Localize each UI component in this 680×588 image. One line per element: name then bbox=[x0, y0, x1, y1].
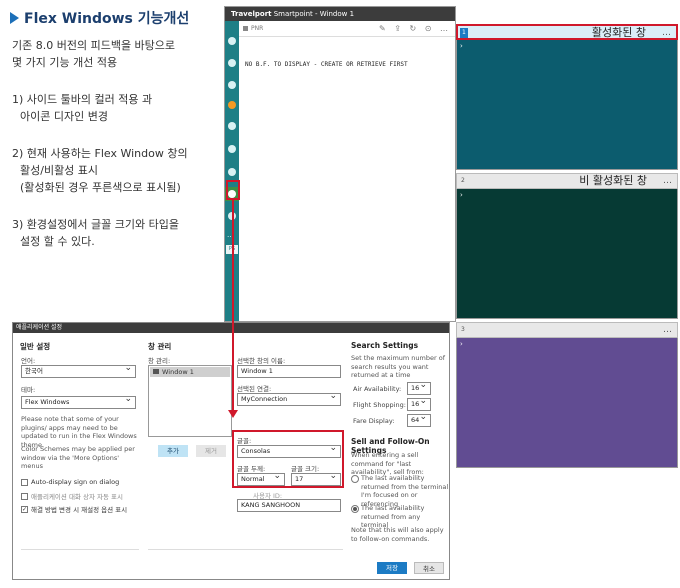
checkbox-box[interactable] bbox=[21, 478, 28, 486]
flight-shopping-label: Flight Shopping: bbox=[353, 401, 406, 409]
panel-number: 2 bbox=[461, 177, 465, 184]
title-brand: Travelport bbox=[231, 10, 272, 18]
user-id-input[interactable]: KANG SANGHOON bbox=[237, 499, 341, 512]
sidebar-highlight-box bbox=[226, 180, 240, 200]
pnr-label: PNR bbox=[251, 25, 264, 32]
selected-name-input[interactable]: Window 1 bbox=[237, 365, 341, 378]
panel-header-inactive[interactable]: 2 비 활성화된 창 … bbox=[456, 173, 678, 189]
divider bbox=[148, 549, 343, 550]
wrench-icon[interactable] bbox=[228, 81, 236, 89]
more-options-icon[interactable]: … bbox=[662, 26, 671, 40]
sell-option-focused-radio[interactable]: The last availability returned from the … bbox=[351, 474, 449, 508]
page-heading: Flex Windows 기능개선 bbox=[10, 8, 189, 28]
panel-window-3[interactable]: 3 … › bbox=[456, 322, 678, 468]
heading-text: Flex Windows 기능개선 bbox=[24, 11, 190, 27]
flight-shopping-select[interactable]: 16 bbox=[407, 396, 431, 411]
theme-label: 테마: bbox=[21, 386, 36, 394]
annotation-arrowhead bbox=[228, 410, 238, 418]
search-settings-desc: Set the maximum number of search results… bbox=[351, 354, 445, 379]
panel-window-2[interactable]: 2 비 활성화된 창 … › bbox=[456, 173, 678, 321]
note-item1-2: 아이콘 디자인 변경 bbox=[20, 110, 108, 123]
color-scheme-note: Color Schemes may be applied per window … bbox=[21, 445, 135, 470]
note-item2-3: (활성화된 경우 푸른색으로 표시됨) bbox=[20, 181, 181, 194]
theme-note: Please note that some of your plugins/ a… bbox=[21, 415, 137, 449]
resolve-checkbox[interactable]: ✓ 해결 방법 변경 시 재설정 옵션 표시 bbox=[21, 504, 127, 514]
panel-header-inactive[interactable]: 3 … bbox=[456, 322, 678, 338]
note-item3-1: 3) 환경설정에서 글꼴 크기와 타입을 bbox=[12, 218, 179, 231]
annotation-line bbox=[232, 200, 234, 410]
history-icon[interactable] bbox=[228, 122, 236, 130]
add-button[interactable]: 추가 bbox=[158, 445, 188, 457]
fare-display-label: Fare Display: bbox=[353, 417, 395, 425]
window-titlebar: Travelport Smartpoint - Window 1 bbox=[225, 7, 455, 21]
more-options-icon[interactable]: … bbox=[663, 174, 672, 188]
window-list-item-label: Window 1 bbox=[162, 368, 194, 376]
panel-title: 비 활성화된 창 bbox=[579, 174, 647, 187]
panel-title: 활성화된 창 bbox=[591, 26, 646, 39]
prompt-caret-icon: › bbox=[460, 42, 463, 50]
air-availability-select[interactable]: 16 bbox=[407, 380, 431, 395]
panel-body[interactable]: › bbox=[456, 40, 678, 170]
selected-name-label: 선택한 창의 이름: bbox=[237, 357, 286, 365]
settings-dialog: 애플리케이션 설정 일반 설정 언어: 한국어 테마: Flex Windows… bbox=[12, 322, 450, 580]
note-item2-2: 활성/비활성 표시 bbox=[20, 164, 99, 177]
note-item1-1: 1) 사이드 툴바의 컬러 적용 과 bbox=[12, 93, 153, 106]
fare-display-select[interactable]: 64 bbox=[407, 412, 431, 427]
checkbox-box[interactable] bbox=[21, 492, 28, 500]
auto-display-checkbox[interactable]: Auto-display sign on dialog bbox=[21, 478, 119, 486]
resolve-label: 해결 방법 변경 시 재설정 옵션 표시 bbox=[31, 506, 128, 514]
divider bbox=[21, 549, 139, 550]
prompt-caret-icon: › bbox=[460, 191, 463, 199]
pnr-toolbar: PNR ✎ ⇪ ↻ ⊙ … bbox=[239, 21, 455, 37]
smartpoint-window: Travelport Smartpoint - Window 1 … PS PN… bbox=[224, 6, 456, 322]
window-list-item[interactable]: Window 1 bbox=[150, 367, 230, 377]
language-label: 언어: bbox=[21, 357, 36, 365]
save-button[interactable]: 저장 bbox=[377, 562, 407, 574]
connection-select[interactable]: MyConnection bbox=[237, 391, 341, 406]
app-dialog-checkbox[interactable]: 애플리케이션 대화 상자 자동 표시 bbox=[21, 491, 123, 501]
tag-icon[interactable] bbox=[228, 59, 236, 67]
panel-number: 3 bbox=[461, 326, 465, 333]
pnr-terminal[interactable]: PNR ✎ ⇪ ↻ ⊙ … NO B.F. TO DISPLAY - CREAT… bbox=[239, 21, 455, 321]
terminal-message: NO B.F. TO DISPLAY - CREATE OR RETRIEVE … bbox=[245, 61, 408, 68]
font-settings-highlight-box bbox=[232, 430, 344, 488]
air-availability-label: Air Availability: bbox=[353, 385, 402, 393]
refresh-icon[interactable] bbox=[228, 168, 236, 176]
search-settings-heading: Search Settings bbox=[351, 341, 419, 350]
triangle-bullet-icon bbox=[10, 12, 19, 24]
remove-button[interactable]: 제거 bbox=[196, 445, 226, 457]
title-rest: Smartpoint - Window 1 bbox=[271, 10, 355, 18]
globe-icon[interactable] bbox=[228, 145, 236, 153]
panel-window-1[interactable]: 1 활성화된 창 … › bbox=[456, 24, 678, 172]
sell-settings-desc: When entering a sell command for "last a… bbox=[351, 451, 424, 476]
panel-header-active[interactable]: 1 활성화된 창 … bbox=[456, 24, 678, 40]
panel-body[interactable]: › bbox=[456, 189, 678, 319]
note-intro-2: 몇 가지 기능 개선 적용 bbox=[12, 56, 118, 69]
app-dialog-label: 애플리케이션 대화 상자 자동 표시 bbox=[31, 493, 123, 501]
pnr-icon bbox=[243, 26, 248, 31]
sell-settings-note: Note that this will also apply to follow… bbox=[351, 526, 444, 543]
connection-label: 선택된 연결: bbox=[237, 385, 272, 393]
more-options-icon[interactable]: … bbox=[663, 323, 672, 337]
panel-number: 1 bbox=[460, 28, 468, 38]
dialog-title: 애플리케이션 설정 bbox=[13, 323, 449, 333]
plugin-icon[interactable] bbox=[228, 101, 236, 109]
auto-display-label: Auto-display sign on dialog bbox=[31, 478, 120, 486]
note-item2-1: 2) 현재 사용하는 Flex Window 창의 bbox=[12, 147, 188, 160]
theme-select[interactable]: Flex Windows bbox=[21, 394, 136, 409]
checkbox-checked-icon[interactable]: ✓ bbox=[21, 505, 28, 513]
note-intro-1: 기존 8.0 버전의 피드백을 바탕으로 bbox=[12, 39, 176, 52]
panel-body[interactable]: › bbox=[456, 338, 678, 468]
search-icon[interactable] bbox=[228, 37, 236, 45]
window-item-icon bbox=[153, 369, 159, 374]
prompt-caret-icon: › bbox=[460, 340, 463, 348]
general-settings-heading: 일반 설정 bbox=[20, 342, 51, 351]
window-list-label: 창 관리: bbox=[148, 357, 171, 365]
note-item3-2: 설정 할 수 있다. bbox=[20, 235, 95, 248]
language-select[interactable]: 한국어 bbox=[21, 363, 136, 378]
pnr-toolbar-icons[interactable]: ✎ ⇪ ↻ ⊙ … bbox=[379, 21, 451, 37]
window-management-heading: 창 관리 bbox=[148, 342, 172, 351]
cancel-button[interactable]: 취소 bbox=[414, 562, 444, 574]
window-list[interactable]: Window 1 bbox=[148, 365, 232, 437]
